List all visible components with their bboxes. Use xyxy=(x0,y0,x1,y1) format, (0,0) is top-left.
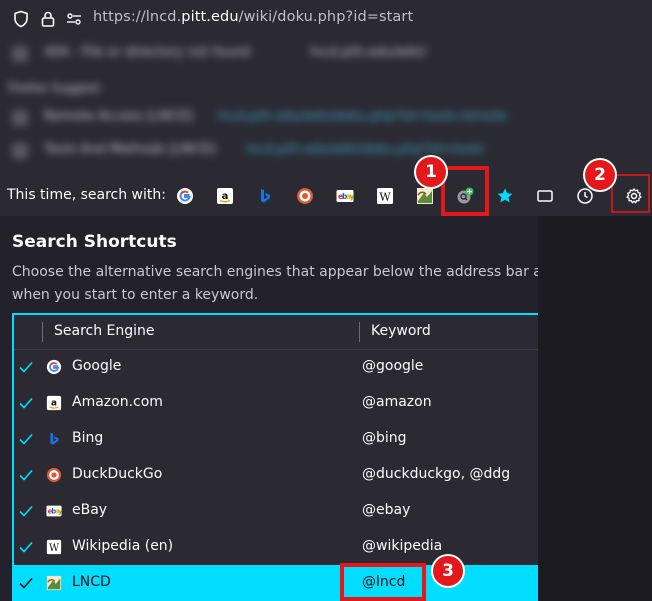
result-row[interactable]: Remote Access [LNCD] lncd.pitt.edu/wiki/… xyxy=(0,104,652,132)
duckduckgo-icon xyxy=(46,467,62,483)
check-icon[interactable] xyxy=(18,575,34,591)
check-icon[interactable] xyxy=(18,503,34,519)
url-text[interactable]: https://lncd.pitt.edu/wiki/doku.php?id=s… xyxy=(93,9,413,25)
url-prefix: https://lncd. xyxy=(93,9,182,25)
result-url: lncd.pitt.edu/wiki/doku.php?id=tools xyxy=(246,142,484,157)
engine-keyword[interactable]: @wikipedia xyxy=(362,538,442,554)
suggest-heading-row: Firefox Suggest xyxy=(0,76,652,104)
svg-text:y: y xyxy=(350,192,355,201)
amazon-icon: a xyxy=(46,395,62,411)
svg-text:a: a xyxy=(222,191,229,202)
callout-3: 3 xyxy=(433,556,463,586)
tree-header: Search Engine Keyword xyxy=(14,315,538,350)
engine-row-google[interactable]: Google @google xyxy=(14,349,538,385)
google-icon xyxy=(46,359,62,375)
google-icon[interactable] xyxy=(171,182,199,210)
engine-keyword[interactable]: @amazon xyxy=(362,394,432,410)
result-favicon-icon xyxy=(12,110,28,126)
check-icon[interactable] xyxy=(18,395,34,411)
column-separator[interactable] xyxy=(359,322,360,342)
search-engine-tree[interactable]: Search Engine Keyword Google @google a A… xyxy=(12,313,538,601)
result-row[interactable]: Tools And Methods [LNCD] lncd.pitt.edu/w… xyxy=(0,137,652,165)
engine-name: LNCD xyxy=(72,574,111,590)
callout-1: 1 xyxy=(416,157,446,187)
engine-row-bing[interactable]: Bing @bing xyxy=(14,421,538,457)
result-row[interactable]: 404 - File or directory not found lncd.p… xyxy=(0,40,652,68)
check-icon[interactable] xyxy=(18,359,34,375)
highlight-add-engine xyxy=(441,166,489,216)
engine-name: Bing xyxy=(72,430,104,446)
permissions-icon[interactable] xyxy=(65,10,83,28)
svg-text:y: y xyxy=(58,508,62,516)
callout-2: 2 xyxy=(585,160,615,190)
section-title: Search Shortcuts xyxy=(12,232,177,252)
column-keyword[interactable]: Keyword xyxy=(371,323,431,339)
lock-icon[interactable] xyxy=(39,10,57,28)
engine-name: Wikipedia (en) xyxy=(72,538,174,554)
result-url: lncd.pitt.edu/wiki/ xyxy=(310,45,427,60)
result-title: Remote Access [LNCD] xyxy=(44,109,194,124)
blurred-results: 404 - File or directory not found lncd.p… xyxy=(0,38,652,178)
engine-keyword[interactable]: @google xyxy=(362,358,423,374)
column-separator[interactable] xyxy=(42,322,43,342)
ebay-icon: ebay xyxy=(46,503,63,519)
engine-name: Google xyxy=(72,358,122,374)
wikipedia-icon: W xyxy=(46,539,62,555)
suggest-heading: Firefox Suggest xyxy=(8,81,101,95)
engine-row-wikipedia[interactable]: W Wikipedia (en) @wikipedia xyxy=(14,529,538,565)
svg-text:W: W xyxy=(379,191,391,204)
one-off-search-bar: This time, search with: a ebay W xyxy=(0,176,652,216)
engine-keyword[interactable]: @duckduckgo, @ddg xyxy=(362,466,510,482)
engine-row-amazon[interactable]: a Amazon.com @amazon xyxy=(14,385,538,421)
settings-search-shortcuts: Search Shortcuts Choose the alternative … xyxy=(0,216,538,601)
ebay-icon[interactable]: ebay xyxy=(331,182,359,210)
lncd-icon xyxy=(46,575,62,591)
engine-keyword[interactable]: @bing xyxy=(362,430,407,446)
urlbar-dropdown: 404 - File or directory not found lncd.p… xyxy=(0,38,652,216)
svg-text:W: W xyxy=(49,543,60,554)
tabs-icon[interactable] xyxy=(531,182,559,210)
engine-keyword[interactable]: @ebay xyxy=(362,502,410,518)
url-domain: pitt.edu xyxy=(181,9,239,25)
engine-name: eBay xyxy=(72,502,108,518)
amazon-icon[interactable]: a xyxy=(211,182,239,210)
svg-text:a: a xyxy=(51,399,57,409)
wikipedia-icon[interactable]: W xyxy=(371,182,399,210)
duckduckgo-icon[interactable] xyxy=(291,182,319,210)
bing-icon xyxy=(46,431,62,447)
background-right xyxy=(538,216,652,601)
engine-name: Amazon.com xyxy=(72,394,163,410)
result-title: Tools And Methods [LNCD] xyxy=(44,142,216,157)
engine-name: DuckDuckGo xyxy=(72,466,163,482)
engine-row-duckduckgo[interactable]: DuckDuckGo @duckduckgo, @ddg xyxy=(14,457,538,493)
highlight-lncd-keyword xyxy=(340,563,426,601)
highlight-settings-gear xyxy=(611,174,650,213)
check-icon[interactable] xyxy=(18,467,34,483)
result-favicon-icon xyxy=(12,46,28,62)
section-description: Choose the alternative search engines th… xyxy=(12,264,538,303)
engine-row-ebay[interactable]: ebay eBay @ebay xyxy=(14,493,538,529)
check-icon[interactable] xyxy=(18,539,34,555)
tracking-protection-shield-icon[interactable] xyxy=(12,10,30,28)
one-off-label: This time, search with: xyxy=(7,187,166,203)
result-title: 404 - File or directory not found xyxy=(44,45,251,60)
column-search-engine[interactable]: Search Engine xyxy=(54,323,155,339)
bing-icon[interactable] xyxy=(251,182,279,210)
result-url: lncd.pitt.edu/wiki/doku.php?id=tools:rem… xyxy=(218,109,507,124)
check-icon[interactable] xyxy=(18,431,34,447)
bookmarks-star-icon[interactable] xyxy=(491,182,519,210)
url-path: /wiki/doku.php?id=start xyxy=(238,9,414,25)
result-favicon-icon xyxy=(12,143,28,159)
url-bar[interactable]: https://lncd.pitt.edu/wiki/doku.php?id=s… xyxy=(0,0,652,38)
